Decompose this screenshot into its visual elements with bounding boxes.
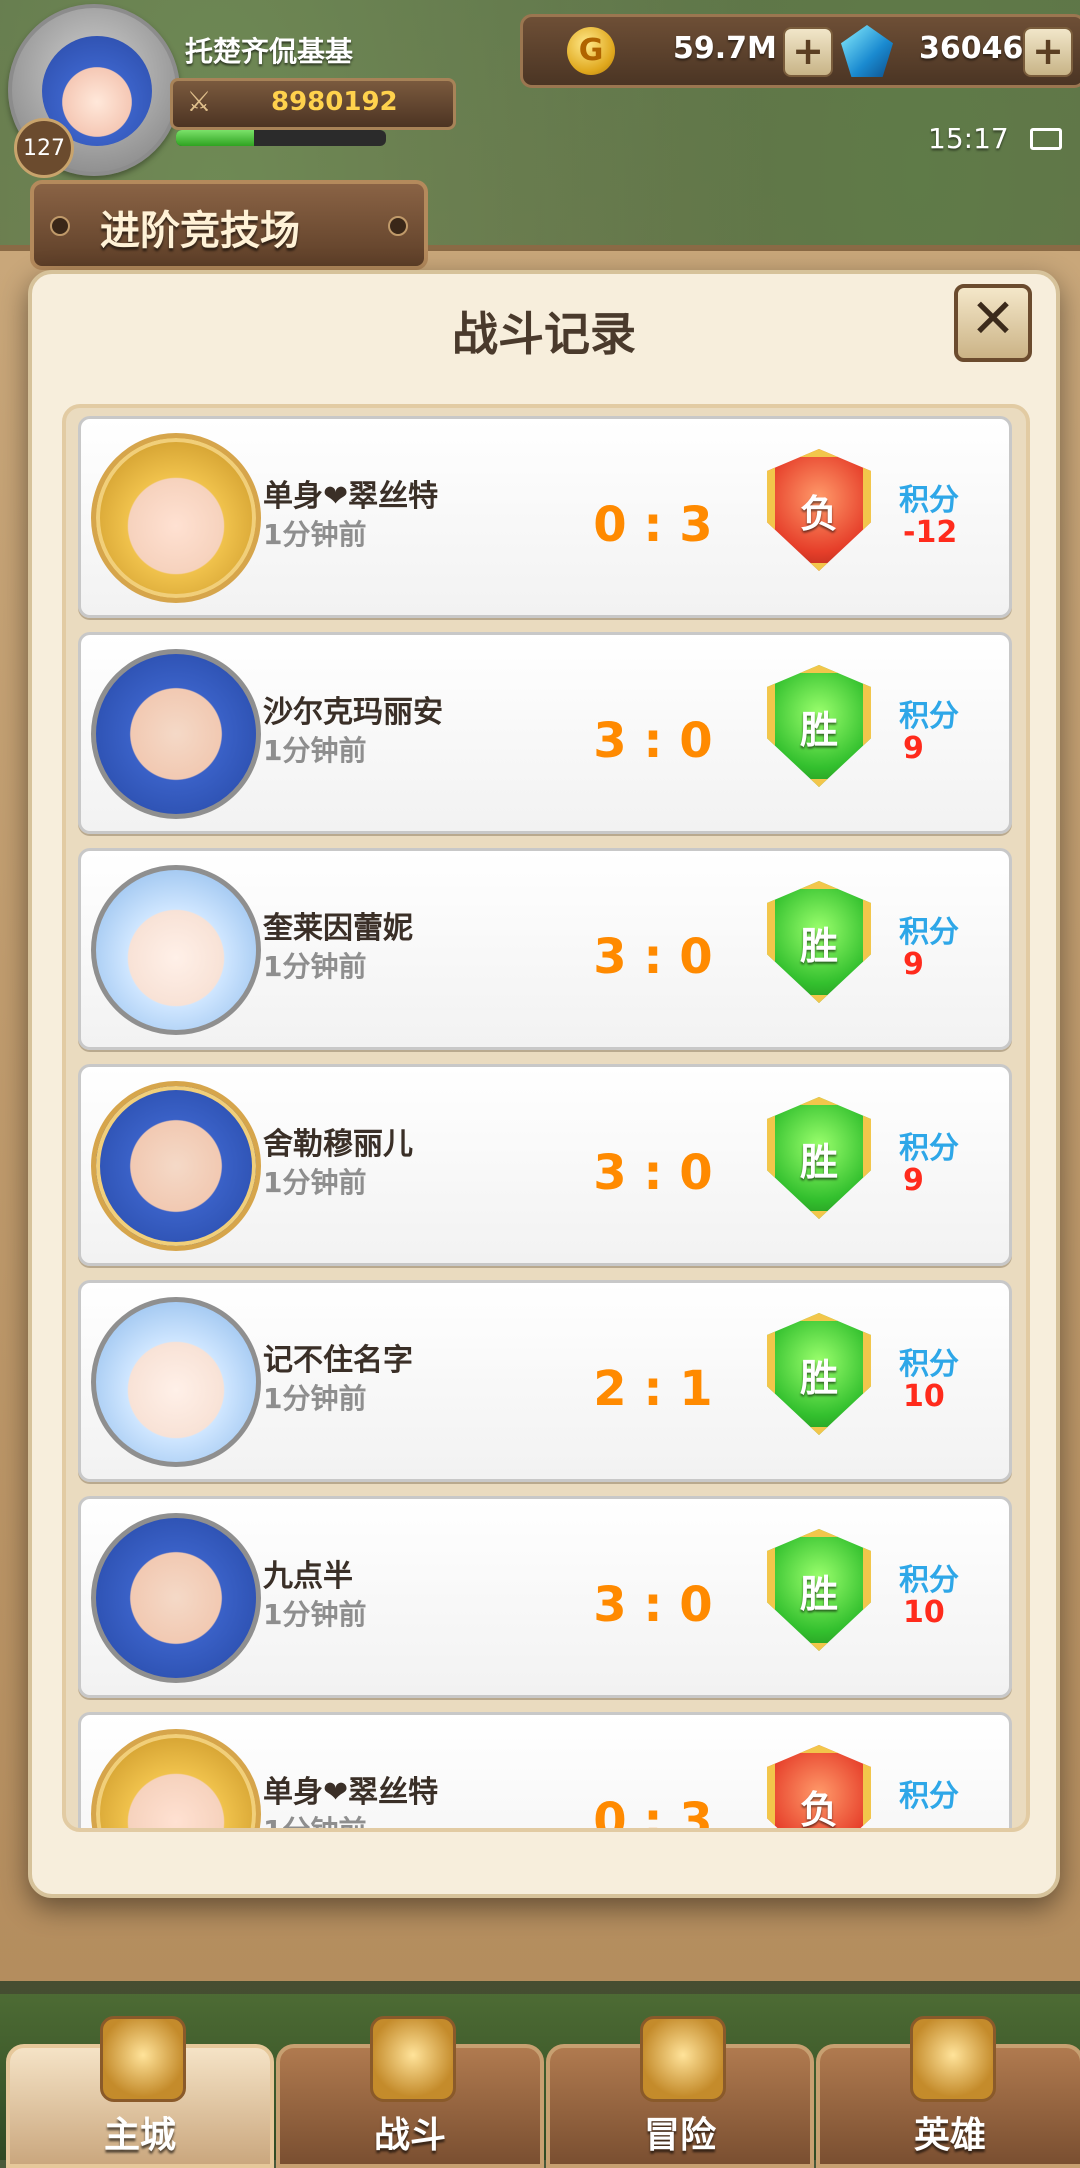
record-time: 1分钟前 xyxy=(263,1166,367,1199)
record-time: 1分钟前 xyxy=(263,1382,367,1415)
power-value: 8980192 xyxy=(271,87,398,117)
record-row[interactable]: 奎莱因蕾妮 1分钟前 3 : 0 胜 积分 9 xyxy=(78,848,1012,1050)
match-score: 0 : 3 xyxy=(593,497,713,553)
opponent-avatar[interactable] xyxy=(91,433,261,603)
points-label: 积分 xyxy=(899,915,959,950)
record-time: 1分钟前 xyxy=(263,734,367,767)
result-shield-icon: 胜 xyxy=(767,1097,871,1219)
close-button[interactable]: ✕ xyxy=(954,284,1032,362)
points-label: 积分 xyxy=(899,1563,959,1598)
tab-label: 战斗 xyxy=(373,2115,446,2156)
crossed-swords-icon xyxy=(370,2016,456,2102)
match-score: 3 : 0 xyxy=(593,713,713,769)
record-row[interactable]: 单身❤翠丝特 1分钟前 0 : 3 负 积分 -12 xyxy=(78,416,1012,618)
tab-adventure[interactable]: 冒险 xyxy=(546,2016,814,2168)
tab-label: 冒险 xyxy=(643,2115,716,2156)
rivet-right xyxy=(388,216,408,236)
points-label: 积分 xyxy=(899,699,959,734)
points-label: 积分 xyxy=(899,1131,959,1166)
points-label: 积分 xyxy=(899,483,959,518)
opponent-avatar[interactable] xyxy=(91,1081,261,1251)
add-gems-button[interactable]: + xyxy=(1023,27,1073,77)
main-city-icon xyxy=(100,2016,186,2102)
clock: 15:17 xyxy=(928,122,1009,155)
power-plate: ⚔ 8980192 xyxy=(170,78,456,130)
arena-title-plate: 进阶竞技场 xyxy=(30,180,428,270)
points-label: 积分 xyxy=(899,1347,959,1382)
opponent-name: 记不住名字 xyxy=(263,1343,413,1378)
crossed-swords-icon: ⚔ xyxy=(186,85,212,118)
tab-battle[interactable]: 战斗 xyxy=(276,2016,544,2168)
points-value: 9 xyxy=(903,1163,924,1198)
record-time: 1分钟前 xyxy=(263,1598,367,1631)
player-info[interactable]: 127 托楚齐侃基基 ⚔ 8980192 xyxy=(0,0,460,180)
tab-label: 英雄 xyxy=(913,2115,986,2156)
player-name: 托楚齐侃基基 xyxy=(185,35,354,68)
opponent-avatar[interactable] xyxy=(91,649,261,819)
tab-label: 主城 xyxy=(103,2115,176,2156)
match-score: 2 : 1 xyxy=(593,1361,713,1417)
opponent-avatar[interactable] xyxy=(91,1513,261,1683)
opponent-avatar[interactable] xyxy=(91,1297,261,1467)
match-score: 3 : 0 xyxy=(593,1145,713,1201)
record-row[interactable]: 单身❤翠丝特 1分钟前 0 : 3 负 积分 xyxy=(78,1712,1012,1832)
result-shield-icon: 胜 xyxy=(767,665,871,787)
gold-value: 59.7M xyxy=(673,31,777,66)
exp-bar-fill xyxy=(176,130,254,146)
rivet-left xyxy=(50,216,70,236)
tab-main-city[interactable]: 主城 xyxy=(6,2016,274,2168)
points-value: 9 xyxy=(903,731,924,766)
result-shield-icon: 胜 xyxy=(767,1313,871,1435)
record-row[interactable]: 舍勒穆丽儿 1分钟前 3 : 0 胜 积分 9 xyxy=(78,1064,1012,1266)
points-label: 积分 xyxy=(899,1779,959,1814)
modal-title: 战斗记录 xyxy=(452,307,636,361)
opponent-name: 奎莱因蕾妮 xyxy=(263,911,413,946)
record-row[interactable]: 记不住名字 1分钟前 2 : 1 胜 积分 10 xyxy=(78,1280,1012,1482)
points-value: -12 xyxy=(903,515,958,550)
result-shield-icon: 胜 xyxy=(767,1529,871,1651)
gold-coin-icon: G xyxy=(567,27,615,75)
opponent-avatar[interactable] xyxy=(91,1729,261,1828)
scroll-map-icon xyxy=(640,2016,726,2102)
arena-title: 进阶竞技场 xyxy=(100,208,300,254)
record-time: 1分钟前 xyxy=(263,1814,367,1832)
gem-icon xyxy=(841,25,893,77)
match-score: 3 : 0 xyxy=(593,929,713,985)
opponent-name: 九点半 xyxy=(263,1559,353,1594)
result-shield-icon: 负 xyxy=(767,1745,871,1828)
exp-bar xyxy=(176,130,386,146)
points-value: 10 xyxy=(903,1595,945,1630)
battery-icon xyxy=(1030,128,1062,150)
records-list[interactable]: 单身❤翠丝特 1分钟前 0 : 3 负 积分 -12 沙尔克玛丽安 1分钟前 3… xyxy=(62,404,1030,1832)
add-gold-button[interactable]: + xyxy=(783,27,833,77)
record-row[interactable]: 沙尔克玛丽安 1分钟前 3 : 0 胜 积分 9 xyxy=(78,632,1012,834)
tab-hero[interactable]: 英雄 xyxy=(816,2016,1080,2168)
opponent-name: 舍勒穆丽儿 xyxy=(263,1127,413,1162)
bottom-navigation: 主城 战斗 冒险 英雄 xyxy=(0,1994,1080,2168)
record-row[interactable]: 九点半 1分钟前 3 : 0 胜 积分 10 xyxy=(78,1496,1012,1698)
opponent-avatar[interactable] xyxy=(91,865,261,1035)
battle-record-modal: 战斗记录 ✕ 单身❤翠丝特 1分钟前 0 : 3 负 积分 -12 沙尔克玛丽安… xyxy=(28,270,1060,1898)
gem-value: 36046 xyxy=(919,31,1024,66)
result-shield-icon: 胜 xyxy=(767,881,871,1003)
record-time: 1分钟前 xyxy=(263,950,367,983)
result-shield-icon: 负 xyxy=(767,449,871,571)
points-value: 10 xyxy=(903,1379,945,1414)
currency-bar: G 59.7M + 36046 + xyxy=(520,14,1080,88)
match-score: 3 : 0 xyxy=(593,1577,713,1633)
opponent-name: 沙尔克玛丽安 xyxy=(263,695,443,730)
record-time: 1分钟前 xyxy=(263,518,367,551)
match-score: 0 : 3 xyxy=(593,1793,713,1832)
points-value: 9 xyxy=(903,947,924,982)
hero-emblem-icon xyxy=(910,2016,996,2102)
opponent-name: 单身❤翠丝特 xyxy=(263,1775,439,1810)
opponent-name: 单身❤翠丝特 xyxy=(263,479,439,514)
player-level-badge: 127 xyxy=(14,118,74,178)
